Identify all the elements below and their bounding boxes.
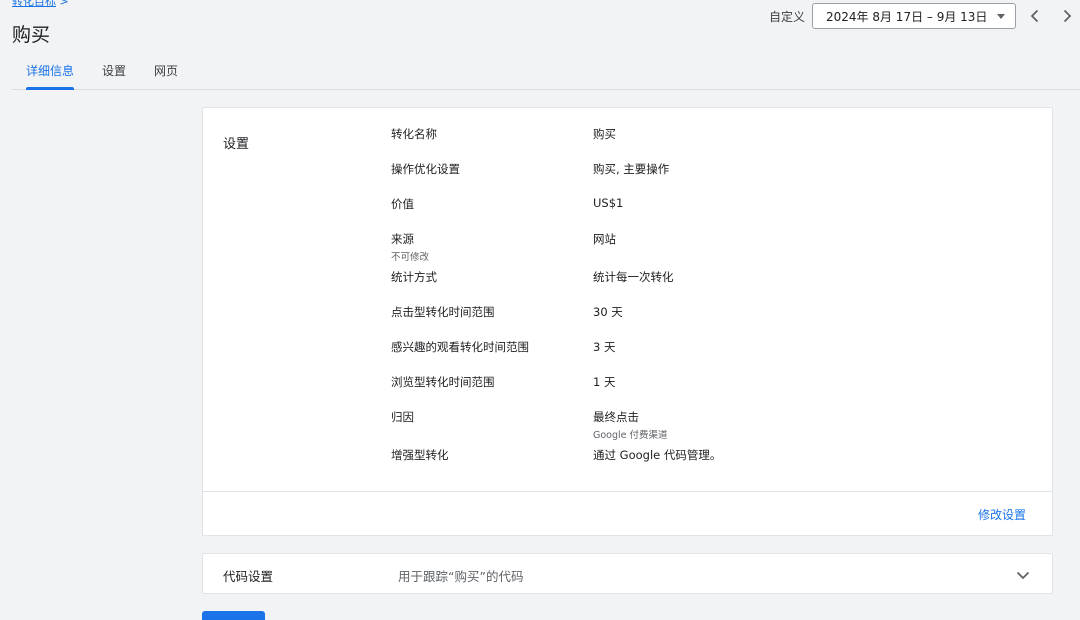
chevron-down-icon[interactable]	[1014, 566, 1032, 584]
setting-label: 转化名称	[391, 127, 437, 141]
settings-section-title: 设置	[223, 137, 250, 152]
breadcrumb-separator: >	[59, 0, 69, 8]
setting-value: 30 天	[593, 305, 623, 319]
chevron-right-icon	[1063, 9, 1072, 23]
setting-label: 增强型转化	[391, 448, 449, 462]
setting-label: 操作优化设置	[391, 162, 460, 176]
tab-settings[interactable]: 设置	[88, 55, 140, 89]
next-period-button[interactable]	[1054, 3, 1080, 29]
setting-label: 点击型转化时间范围	[391, 305, 495, 319]
setting-value: 3 天	[593, 340, 616, 354]
edit-settings-button[interactable]: 修改设置	[978, 506, 1026, 523]
setting-label: 浏览型转化时间范围	[391, 375, 495, 389]
primary-action-button[interactable]	[202, 611, 265, 620]
page: 转化目标 > 购买 自定义 2024年 8月 17日 – 9月 13日 详细信息…	[0, 0, 1080, 620]
setting-label: 来源 不可修改	[391, 231, 429, 263]
tab-webpages[interactable]: 网页	[140, 55, 192, 89]
setting-label: 价值	[391, 197, 414, 211]
chevron-left-icon	[1030, 9, 1039, 23]
setting-value: 最终点击 Google 付费渠道	[593, 409, 668, 441]
setting-value: US$1	[593, 196, 624, 210]
setting-value: 购买	[593, 127, 616, 141]
setting-label-note: 不可修改	[391, 252, 430, 263]
setting-label: 感兴趣的观看转化时间范围	[391, 340, 529, 354]
date-range-label: 自定义	[768, 9, 805, 24]
card-divider	[203, 491, 1052, 492]
code-settings-description: 用于跟踪“购买”的代码	[398, 569, 524, 584]
breadcrumb: 转化目标 >	[12, 0, 69, 9]
page-title: 购买	[12, 24, 51, 46]
setting-value: 购买, 主要操作	[593, 162, 670, 176]
setting-label: 统计方式	[391, 270, 437, 284]
setting-value: 统计每一次转化	[593, 270, 674, 284]
setting-label-text: 来源	[391, 232, 414, 246]
date-range-area: 自定义 2024年 8月 17日 – 9月 13日	[769, 3, 1080, 29]
code-settings-card[interactable]: 代码设置 用于跟踪“购买”的代码	[202, 553, 1053, 594]
setting-value: 网站	[593, 232, 616, 246]
setting-value-text: 最终点击	[593, 410, 639, 424]
setting-value-note: Google 付费渠道	[593, 430, 668, 441]
setting-value: 通过 Google 代码管理。	[593, 448, 722, 462]
tab-bar: 详细信息 设置 网页	[12, 55, 1080, 90]
code-settings-title: 代码设置	[223, 569, 274, 584]
settings-card: 设置 转化名称 购买 操作优化设置 购买, 主要操作 价值 US$1 来源 不可…	[202, 107, 1053, 536]
prev-period-button[interactable]	[1022, 3, 1048, 29]
setting-label: 归因	[391, 410, 414, 424]
setting-value: 1 天	[593, 375, 616, 389]
tab-details[interactable]: 详细信息	[12, 55, 88, 90]
date-range-value: 2024年 8月 17日 – 9月 13日	[826, 9, 988, 24]
caret-down-icon	[997, 13, 1005, 19]
breadcrumb-link[interactable]: 转化目标	[12, 0, 56, 8]
date-range-picker[interactable]: 2024年 8月 17日 – 9月 13日	[812, 3, 1016, 29]
